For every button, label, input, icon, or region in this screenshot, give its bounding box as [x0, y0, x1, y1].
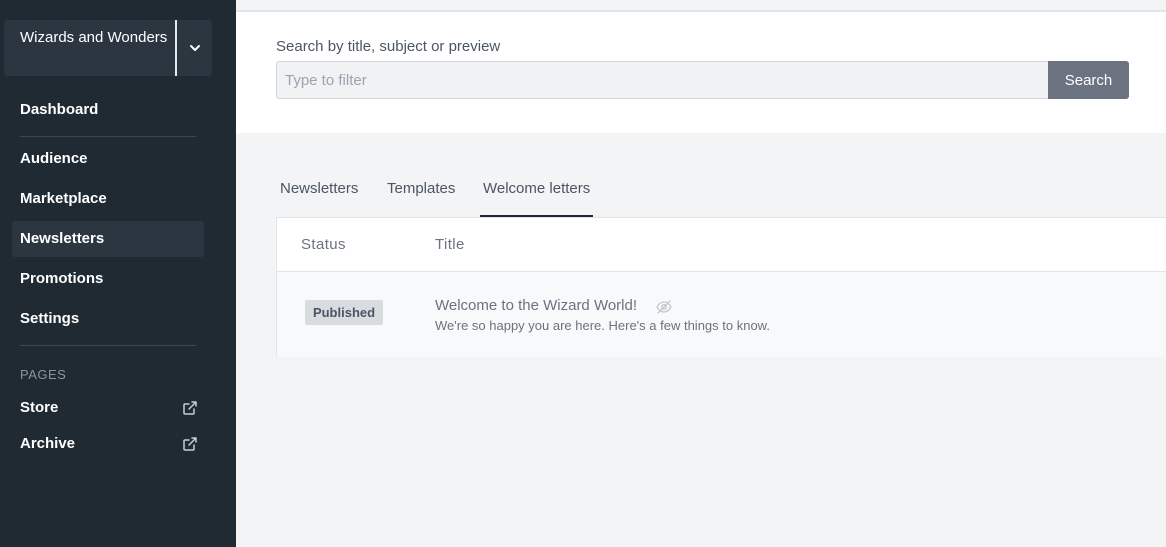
nav-label: Archive: [20, 435, 76, 452]
nav-label: Store: [20, 399, 59, 416]
account-switcher[interactable]: Wizards and Wonders: [4, 20, 212, 76]
table-row[interactable]: Published Welcome to the Wizard World! W…: [277, 271, 1166, 357]
column-header-status: Status: [301, 236, 346, 253]
eye-off-icon: [656, 300, 672, 314]
nav-label: Newsletters: [20, 230, 105, 247]
nav-label: Audience: [20, 150, 88, 167]
tab-newsletters[interactable]: Newsletters: [280, 180, 358, 217]
external-link-icon: [183, 401, 197, 415]
tab-templates[interactable]: Templates: [387, 180, 455, 217]
account-name: Wizards and Wonders: [20, 29, 168, 46]
search-panel: Search by title, subject or preview Sear…: [236, 10, 1166, 133]
nav-divider: [20, 345, 196, 346]
nav-label: Promotions: [20, 270, 104, 287]
nav-item-store[interactable]: Store: [12, 390, 204, 426]
search-input[interactable]: [276, 61, 1048, 99]
search-button[interactable]: Search: [1048, 61, 1129, 99]
letters-table: Status Title Published Welcome to the Wi…: [276, 217, 1166, 357]
nav-item-marketplace[interactable]: Marketplace: [12, 181, 204, 217]
status-badge: Published: [305, 300, 383, 325]
nav-label: Dashboard: [20, 101, 99, 118]
pages-section-title: PAGES: [20, 367, 67, 382]
nav-item-promotions[interactable]: Promotions: [12, 261, 204, 297]
nav-item-settings[interactable]: Settings: [12, 301, 204, 337]
account-dropdown-button[interactable]: [177, 20, 212, 76]
nav-item-archive[interactable]: Archive: [12, 426, 204, 462]
search-label: Search by title, subject or preview: [276, 38, 501, 55]
chevron-down-icon: [189, 45, 200, 51]
tab-welcome-letters[interactable]: Welcome letters: [480, 180, 594, 217]
nav-label: Marketplace: [20, 190, 107, 207]
nav-item-dashboard[interactable]: Dashboard: [12, 92, 204, 128]
nav-divider: [20, 136, 196, 137]
row-title: Welcome to the Wizard World!: [435, 297, 638, 314]
nav-item-audience[interactable]: Audience: [12, 141, 204, 177]
external-link-icon: [183, 437, 197, 451]
nav-item-newsletters[interactable]: Newsletters: [12, 221, 204, 257]
column-header-title: Title: [435, 236, 465, 253]
nav-label: Settings: [20, 310, 80, 327]
row-subtitle: We're so happy you are here. Here's a fe…: [435, 318, 770, 333]
sidebar: Wizards and Wonders Dashboard Audience M…: [0, 0, 236, 547]
